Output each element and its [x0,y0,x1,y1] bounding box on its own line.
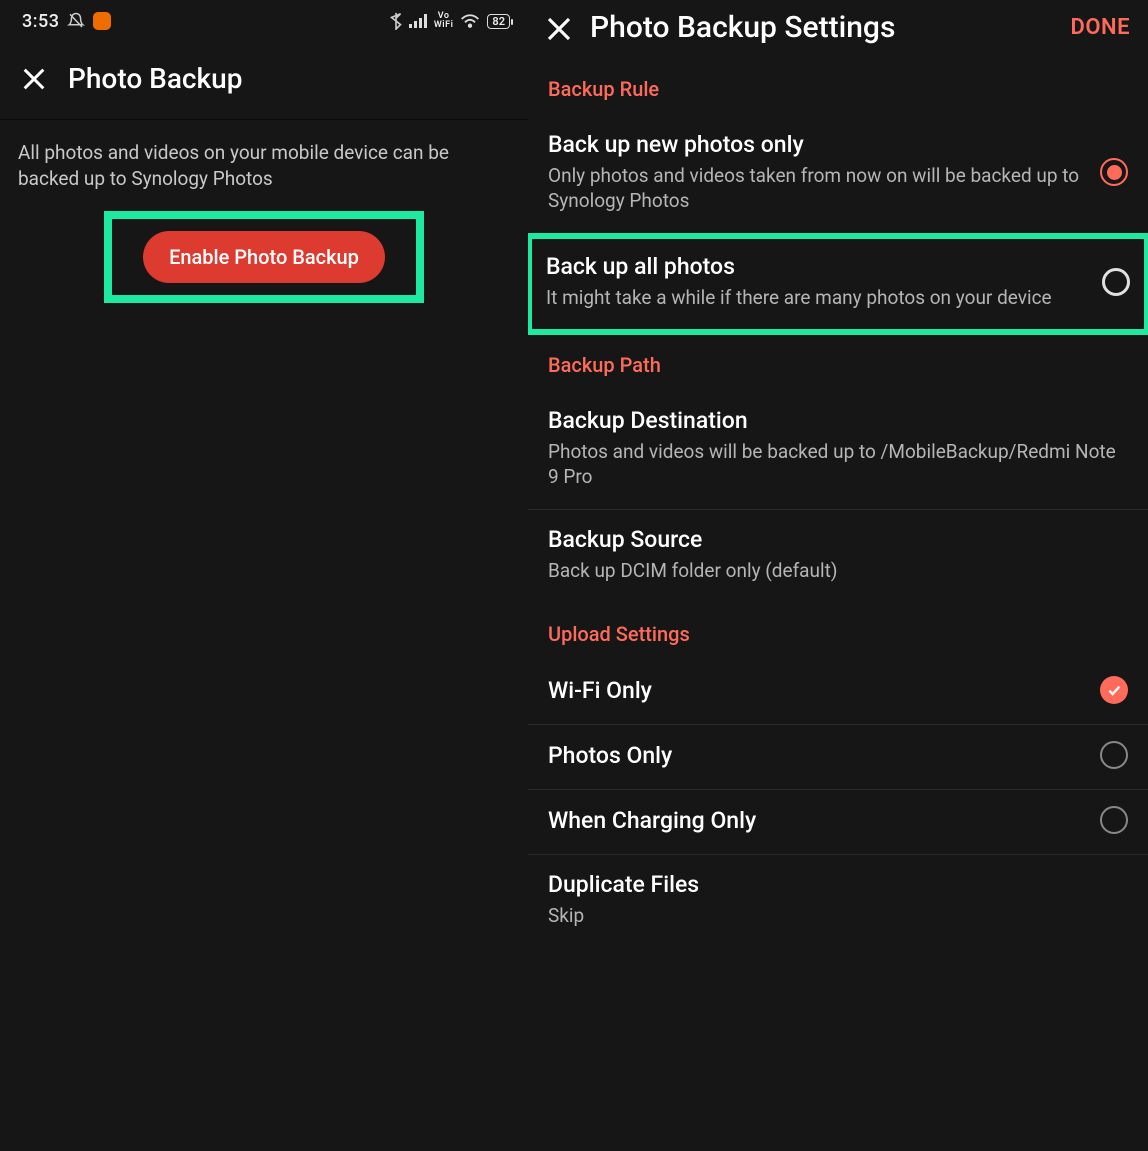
page-title: Photo Backup [68,62,242,95]
row-wifi-only[interactable]: Wi-Fi Only [528,660,1148,725]
row-title: Back up all photos [546,253,1088,280]
row-subtitle: Skip [548,904,1128,929]
status-time: 3:53 [22,11,59,32]
row-title: Backup Destination [548,407,1128,434]
row-title: Backup Source [548,526,1128,553]
row-backup-new-only[interactable]: Back up new photos only Only photos and … [528,115,1148,233]
bluetooth-icon [390,12,402,30]
section-backup-rule: Backup Rule [528,59,1148,115]
row-subtitle: Back up DCIM folder only (default) [548,559,1128,584]
row-title: Duplicate Files [548,871,1128,898]
vowifi-icon: VoWiFi [434,12,454,30]
status-bar: 3:53 VoWiFi [0,0,528,42]
dnd-icon [67,12,85,30]
row-subtitle: It might take a while if there are many … [546,286,1088,311]
mi-icon [93,12,111,30]
left-appbar: Photo Backup [0,42,528,120]
intro-text: All photos and videos on your mobile dev… [18,140,510,191]
section-upload-settings: Upload Settings [528,604,1148,660]
close-icon[interactable] [544,14,572,42]
row-subtitle: Photos and videos will be backed up to /… [548,440,1128,489]
highlight-enable: Enable Photo Backup [104,211,424,303]
right-appbar: Photo Backup Settings DONE [528,0,1148,59]
right-screen: Photo Backup Settings DONE Backup Rule B… [528,0,1148,1151]
checkmark-icon[interactable] [1100,676,1128,704]
radio-selected-icon[interactable] [1100,158,1128,186]
page-title: Photo Backup Settings [590,10,895,45]
row-duplicate-files[interactable]: Duplicate Files Skip [528,855,1148,949]
row-when-charging-only[interactable]: When Charging Only [528,790,1148,855]
close-icon[interactable] [20,65,48,93]
done-button[interactable]: DONE [1071,15,1130,40]
wifi-icon [460,14,480,29]
row-photos-only[interactable]: Photos Only [528,725,1148,790]
left-screen: 3:53 VoWiFi [0,0,528,1151]
signal-icon [409,14,427,28]
battery-icon: 82 [487,14,510,29]
row-backup-destination[interactable]: Backup Destination Photos and videos wil… [528,391,1148,510]
section-backup-path: Backup Path [528,335,1148,391]
row-title: When Charging Only [548,807,1086,834]
row-title: Photos Only [548,742,1086,769]
row-title: Back up new photos only [548,131,1086,158]
radio-unselected-icon[interactable] [1100,806,1128,834]
row-subtitle: Only photos and videos taken from now on… [548,164,1086,213]
battery-level: 82 [492,15,505,28]
radio-unselected-icon[interactable] [1102,268,1130,296]
radio-unselected-icon[interactable] [1100,741,1128,769]
row-title: Wi-Fi Only [548,677,1086,704]
row-backup-source[interactable]: Backup Source Back up DCIM folder only (… [528,510,1148,604]
highlight-backup-all: Back up all photos It might take a while… [528,233,1148,335]
enable-photo-backup-button[interactable]: Enable Photo Backup [143,231,385,283]
